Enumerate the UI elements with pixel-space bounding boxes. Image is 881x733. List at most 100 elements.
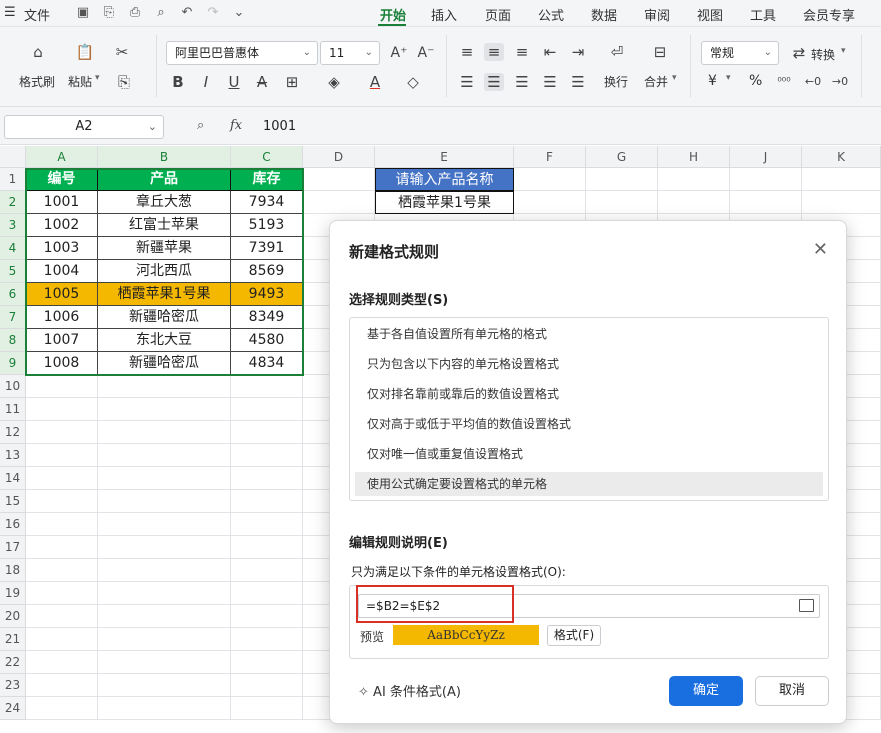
- column-header-j[interactable]: J: [730, 146, 802, 168]
- zoom-icon[interactable]: ⌕: [197, 118, 204, 133]
- row-header-19[interactable]: 19: [0, 582, 26, 605]
- chevron-down-icon[interactable]: ▾: [95, 73, 100, 83]
- row-header-18[interactable]: 18: [0, 559, 26, 582]
- percent-icon[interactable]: %: [749, 73, 762, 89]
- cell[interactable]: [231, 536, 303, 559]
- cell[interactable]: [26, 582, 98, 605]
- data-cell[interactable]: 1003: [26, 237, 98, 260]
- wrap-text-icon[interactable]: ⏎: [607, 43, 627, 61]
- cell[interactable]: [586, 168, 658, 191]
- data-cell[interactable]: 1006: [26, 306, 98, 329]
- column-header-k[interactable]: K: [802, 146, 881, 168]
- font-name-select[interactable]: 阿里巴巴普惠体 ⌄: [166, 41, 318, 65]
- tab-member[interactable]: 会员专享: [803, 5, 855, 24]
- redo-icon[interactable]: ↷: [206, 6, 220, 20]
- lookup-header-cell[interactable]: 请输入产品名称: [375, 168, 514, 191]
- rule-type-item[interactable]: 仅对排名靠前或靠后的数值设置格式: [355, 382, 823, 406]
- cell[interactable]: [98, 444, 231, 467]
- border-icon[interactable]: ⊞: [282, 73, 302, 91]
- cell[interactable]: [26, 421, 98, 444]
- cell[interactable]: [26, 513, 98, 536]
- cell[interactable]: [231, 605, 303, 628]
- row-header-3[interactable]: 3: [0, 214, 26, 237]
- data-cell[interactable]: 章丘大葱: [98, 191, 231, 214]
- indent-icon[interactable]: ⇥: [568, 43, 588, 61]
- cell[interactable]: [514, 168, 586, 191]
- align-top-icon[interactable]: ≡: [457, 43, 477, 61]
- cell[interactable]: [26, 697, 98, 720]
- cell[interactable]: [26, 375, 98, 398]
- chevron-down-icon[interactable]: ⌄: [148, 116, 157, 138]
- cell[interactable]: [231, 697, 303, 720]
- wrap-text-label[interactable]: 换行: [604, 73, 628, 90]
- row-header-10[interactable]: 10: [0, 375, 26, 398]
- cell[interactable]: [98, 375, 231, 398]
- cell[interactable]: [98, 467, 231, 490]
- tab-view[interactable]: 视图: [697, 5, 723, 24]
- header-cell[interactable]: 编号: [26, 168, 98, 191]
- tab-home[interactable]: 开始: [380, 5, 406, 24]
- data-cell[interactable]: 4580: [231, 329, 303, 352]
- data-cell[interactable]: 8569: [231, 260, 303, 283]
- cell[interactable]: [231, 628, 303, 651]
- tab-page[interactable]: 页面: [485, 5, 511, 24]
- row-header-2[interactable]: 2: [0, 191, 26, 214]
- bold-icon[interactable]: B: [168, 73, 188, 91]
- row-header-7[interactable]: 7: [0, 306, 26, 329]
- rule-type-item[interactable]: 仅对高于或低于平均值的数值设置格式: [355, 412, 823, 436]
- column-header-a[interactable]: A: [26, 146, 98, 168]
- range-select-icon[interactable]: [799, 599, 814, 612]
- cell[interactable]: [231, 444, 303, 467]
- cancel-button[interactable]: 取消: [755, 676, 829, 706]
- data-cell[interactable]: 栖霞苹果1号果: [98, 283, 231, 306]
- cell[interactable]: [658, 168, 730, 191]
- justify-icon[interactable]: ☰: [540, 73, 560, 91]
- data-cell[interactable]: 1001: [26, 191, 98, 214]
- select-all-corner[interactable]: [0, 146, 26, 168]
- cell[interactable]: [231, 513, 303, 536]
- row-header-12[interactable]: 12: [0, 421, 26, 444]
- data-cell[interactable]: 红富士苹果: [98, 214, 231, 237]
- data-cell[interactable]: 1007: [26, 329, 98, 352]
- tab-tools[interactable]: 工具: [750, 5, 776, 24]
- rule-type-item[interactable]: 基于各自值设置所有单元格的格式: [355, 322, 823, 346]
- chevron-down-icon[interactable]: ⌄: [232, 6, 246, 20]
- format-painter-label[interactable]: 格式刷: [19, 73, 55, 90]
- tab-review[interactable]: 审阅: [644, 5, 670, 24]
- data-cell[interactable]: 5193: [231, 214, 303, 237]
- cell[interactable]: [303, 191, 375, 214]
- data-cell[interactable]: 1008: [26, 352, 98, 375]
- increase-decimal-icon[interactable]: ←0: [803, 73, 823, 91]
- format-painter-icon[interactable]: ⌂: [28, 43, 48, 61]
- merge-label[interactable]: 合并: [644, 73, 668, 90]
- name-box[interactable]: A2 ⌄: [4, 115, 164, 139]
- tab-insert[interactable]: 插入: [431, 5, 457, 24]
- column-header-g[interactable]: G: [586, 146, 658, 168]
- data-cell[interactable]: 4834: [231, 352, 303, 375]
- column-header-b[interactable]: B: [98, 146, 231, 168]
- cell[interactable]: [98, 697, 231, 720]
- column-header-f[interactable]: F: [514, 146, 586, 168]
- column-header-c[interactable]: C: [231, 146, 303, 168]
- row-header-8[interactable]: 8: [0, 329, 26, 352]
- print-preview-icon[interactable]: ⌕: [154, 6, 168, 20]
- menu-file[interactable]: 文件: [24, 5, 50, 24]
- cell[interactable]: [98, 582, 231, 605]
- cell[interactable]: [98, 605, 231, 628]
- format-button[interactable]: 格式(F): [547, 625, 601, 646]
- cell[interactable]: [98, 398, 231, 421]
- cut-icon[interactable]: ✂: [112, 43, 132, 61]
- cell[interactable]: [658, 191, 730, 214]
- chevron-down-icon[interactable]: ▾: [672, 73, 677, 83]
- number-format-select[interactable]: 常规 ⌄: [701, 41, 779, 65]
- cell[interactable]: [586, 191, 658, 214]
- cell[interactable]: [231, 559, 303, 582]
- data-cell[interactable]: 新疆哈密瓜: [98, 306, 231, 329]
- print-icon[interactable]: ⎙: [128, 6, 142, 20]
- cell[interactable]: [231, 398, 303, 421]
- cell[interactable]: [26, 559, 98, 582]
- cell[interactable]: [730, 168, 802, 191]
- cell[interactable]: [514, 191, 586, 214]
- increase-font-icon[interactable]: A⁺: [389, 44, 409, 62]
- cell[interactable]: [98, 490, 231, 513]
